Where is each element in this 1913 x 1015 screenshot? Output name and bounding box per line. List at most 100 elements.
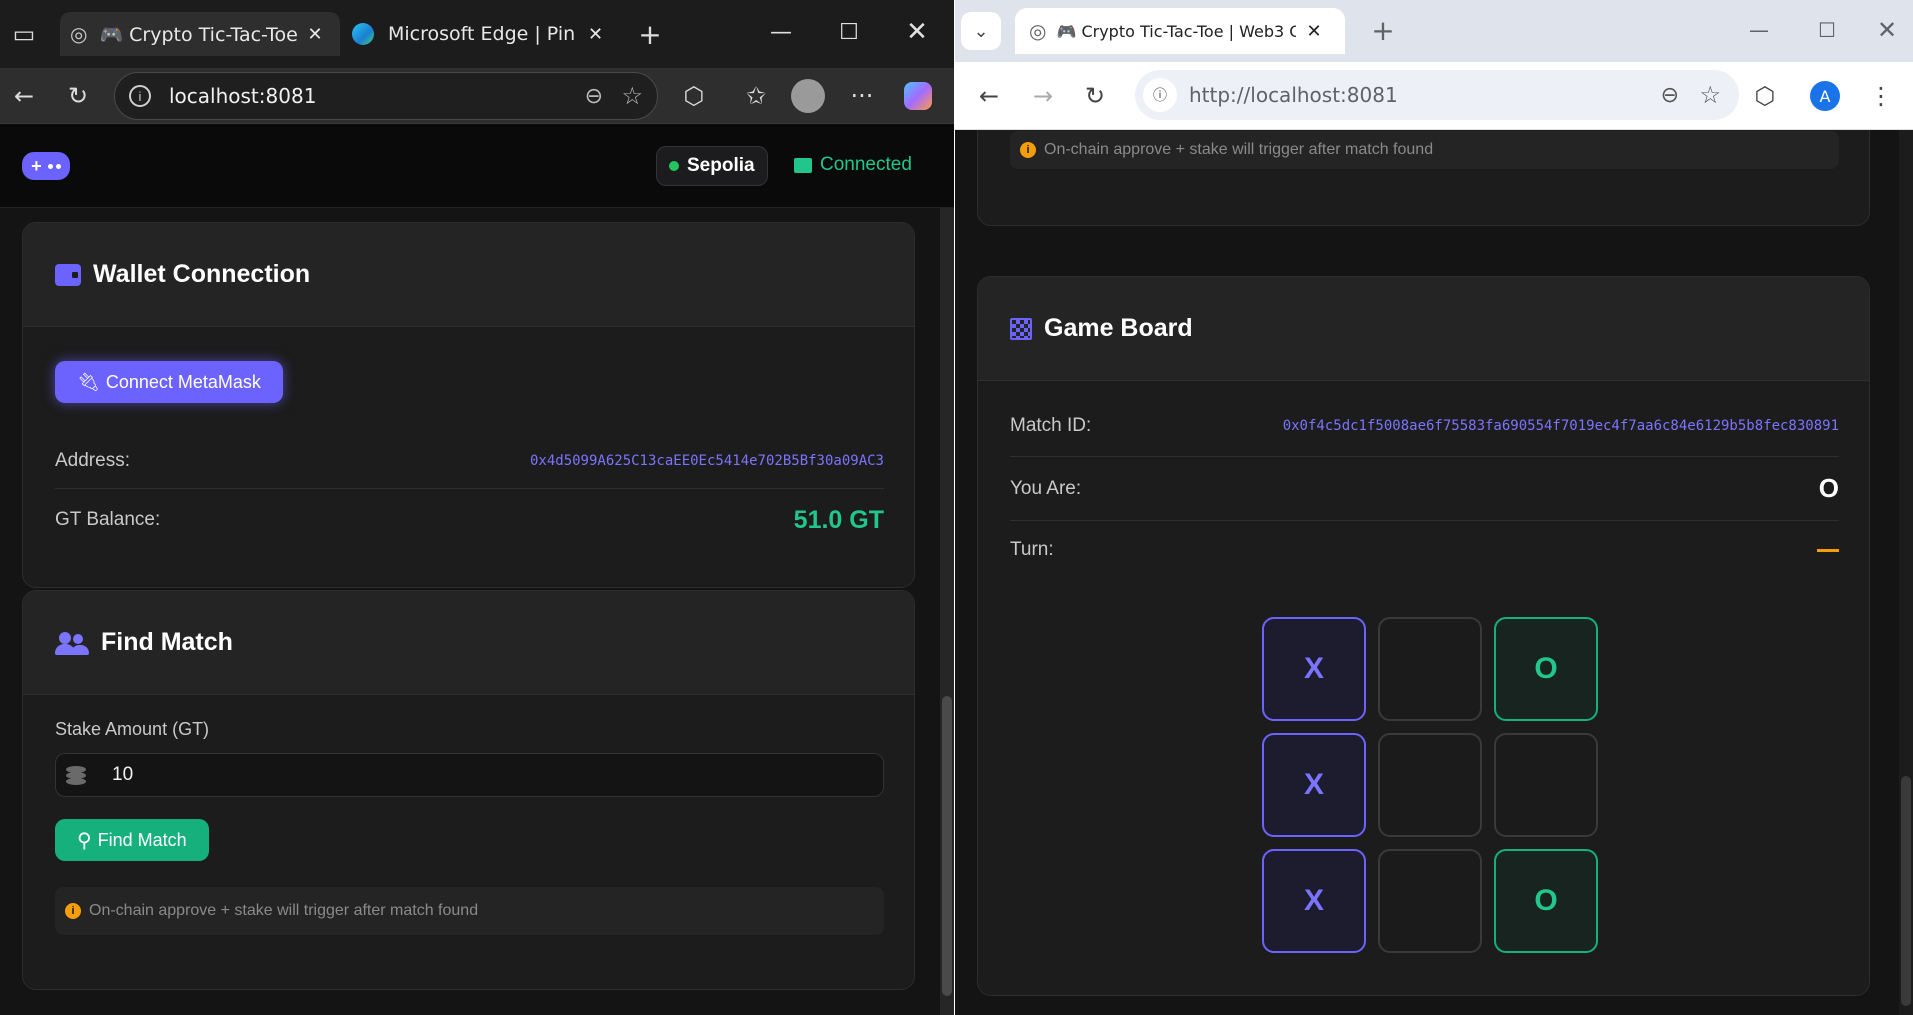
back-icon[interactable]: ←: [6, 78, 42, 114]
board-cell[interactable]: X: [1262, 617, 1366, 721]
maximize-icon[interactable]: ☐: [1809, 12, 1845, 48]
wallet-card-header: Wallet Connection: [23, 223, 914, 327]
globe-icon: ◎: [70, 22, 88, 46]
edge-tab-pin-site[interactable]: Microsoft Edge | Pin Site ✕: [344, 12, 614, 56]
coins-icon: [66, 764, 88, 786]
forward-icon[interactable]: →: [1025, 78, 1061, 114]
chrome-url-text: http://localhost:8081: [1189, 83, 1398, 107]
match-id-row: Match ID: 0x0f4c5dc1f5008ae6f75583fa6905…: [1010, 395, 1839, 457]
edge-scrollbar-thumb[interactable]: [942, 696, 952, 996]
stake-amount-input[interactable]: 10: [55, 753, 884, 797]
stake-notice-text: On-chain approve + stake will trigger af…: [1044, 141, 1434, 158]
board-cell[interactable]: O: [1494, 849, 1598, 953]
wallet-card: Wallet Connection 🔌︎ Connect MetaMask Ad…: [22, 222, 915, 588]
bookmark-star-icon[interactable]: ☆: [1699, 81, 1721, 110]
find-match-card-header: Find Match: [23, 591, 914, 695]
turn-label: Turn:: [1010, 539, 1054, 560]
connection-status-text: Connected: [820, 154, 912, 175]
zoom-icon[interactable]: ⊖: [585, 83, 603, 109]
close-icon[interactable]: ✕: [588, 24, 603, 45]
find-match-button[interactable]: ⚲ Find Match: [55, 819, 209, 861]
match-id-label: Match ID:: [1010, 414, 1092, 436]
app-header: + Sepolia Connected: [0, 124, 954, 208]
close-icon[interactable]: ✕: [1306, 21, 1321, 42]
balance-row: GT Balance: 51.0 GT: [55, 489, 884, 551]
edge-tab-crypto[interactable]: ◎ 🎮 Crypto Tic-Tac-Toe | ✕: [60, 12, 340, 56]
wallet-card-title: Wallet Connection: [93, 260, 311, 288]
close-window-icon[interactable]: ✕: [1869, 12, 1905, 48]
new-tab-icon[interactable]: +: [632, 16, 668, 52]
tab-search-icon[interactable]: ⌄: [961, 12, 1001, 50]
site-info-icon[interactable]: ⓘ: [1143, 78, 1177, 112]
chrome-scrollbar-thumb[interactable]: [1901, 776, 1911, 1006]
chrome-tab-strip: ⌄ ◎ 🎮 Crypto Tic-Tac-Toe | Web3 Gaming ✕…: [955, 0, 1913, 62]
profile-initial: A: [1810, 81, 1840, 111]
chrome-page-content: i On-chain approve + stake will trigger …: [955, 130, 1913, 1015]
search-icon: ⚲: [77, 829, 92, 852]
board-cell[interactable]: [1378, 849, 1482, 953]
profile-avatar[interactable]: A: [1807, 78, 1843, 114]
minimize-icon[interactable]: —: [1741, 12, 1777, 48]
new-tab-icon[interactable]: +: [1365, 12, 1401, 48]
connect-metamask-button[interactable]: 🔌︎ Connect MetaMask: [55, 361, 283, 403]
board-grid-icon: [1010, 317, 1032, 340]
wallet-address-value: 0x4d5099A625C13caEE0Ec5414e702B5Bf30a09A…: [529, 452, 884, 469]
edge-page-content: + Sepolia Connected Wallet Connection 🔌︎…: [0, 124, 954, 1015]
refresh-icon[interactable]: ↻: [60, 78, 96, 114]
network-name: Sepolia: [687, 155, 755, 176]
gamepad-logo-icon: +: [22, 152, 70, 180]
reload-icon[interactable]: ↻: [1077, 78, 1113, 114]
edge-window: ▭ ◎ 🎮 Crypto Tic-Tac-Toe | ✕ Microsoft E…: [0, 0, 954, 1015]
connect-metamask-label: Connect MetaMask: [105, 371, 261, 392]
close-icon[interactable]: ✕: [307, 24, 322, 45]
chrome-address-bar[interactable]: ⓘ http://localhost:8081 ⊖ ☆: [1135, 70, 1739, 120]
board-cell[interactable]: [1494, 733, 1598, 837]
wallet-icon: [55, 263, 81, 286]
find-match-card: Find Match Stake Amount (GT) 10 ⚲ Find M…: [22, 590, 915, 990]
board-cell[interactable]: [1378, 617, 1482, 721]
address-row: Address: 0x4d5099A625C13caEE0Ec5414e702B…: [55, 433, 884, 489]
info-icon: i: [1020, 142, 1036, 158]
tab-actions-icon[interactable]: ▭: [6, 16, 42, 52]
favorite-star-icon[interactable]: ☆: [621, 82, 643, 111]
favorites-icon[interactable]: ✩: [738, 78, 774, 114]
board-cell[interactable]: X: [1262, 733, 1366, 837]
wallet-icon: [794, 157, 812, 173]
turn-pending-indicator: [1817, 548, 1839, 552]
match-id-value: 0x0f4c5dc1f5008ae6f75583fa690554f7019ec4…: [1282, 417, 1839, 434]
close-window-icon[interactable]: ✕: [892, 14, 942, 50]
back-icon[interactable]: ←: [971, 78, 1007, 114]
balance-label: GT Balance:: [55, 509, 161, 530]
more-icon[interactable]: ···: [844, 78, 880, 114]
board-cell[interactable]: [1378, 733, 1482, 837]
maximize-icon[interactable]: ☐: [824, 14, 874, 50]
chrome-tab-crypto[interactable]: ◎ 🎮 Crypto Tic-Tac-Toe | Web3 Gaming ✕: [1015, 8, 1345, 54]
board-cell[interactable]: X: [1262, 849, 1366, 953]
extensions-icon[interactable]: ⬡: [676, 78, 712, 114]
stake-amount-label: Stake Amount (GT): [55, 719, 210, 739]
copilot-icon[interactable]: [900, 78, 936, 114]
turn-row: Turn:: [1010, 521, 1839, 579]
stake-notice: i On-chain approve + stake will trigger …: [1010, 131, 1839, 169]
site-info-icon[interactable]: i: [129, 85, 151, 107]
edge-url-text: localhost:8081: [169, 84, 317, 108]
zoom-icon[interactable]: ⊖: [1661, 82, 1679, 108]
find-match-button-label: Find Match: [97, 829, 187, 850]
edge-address-bar[interactable]: i localhost:8081 ⊖ ☆: [114, 72, 658, 120]
profile-avatar[interactable]: [790, 78, 826, 114]
find-match-title: Find Match: [101, 628, 233, 656]
chrome-window: ⌄ ◎ 🎮 Crypto Tic-Tac-Toe | Web3 Gaming ✕…: [955, 0, 1913, 1015]
menu-icon[interactable]: ⋮: [1863, 78, 1899, 114]
stake-notice: i On-chain approve + stake will trigger …: [55, 887, 884, 935]
minimize-icon[interactable]: —: [756, 14, 806, 50]
address-label: Address:: [55, 449, 130, 471]
game-board-card: Game Board Match ID: 0x0f4c5dc1f5008ae6f…: [977, 276, 1870, 996]
network-badge: Sepolia: [656, 146, 768, 186]
edge-tab-strip: ▭ ◎ 🎮 Crypto Tic-Tac-Toe | ✕ Microsoft E…: [0, 0, 954, 68]
info-icon: i: [65, 903, 81, 919]
extensions-icon[interactable]: ⬡: [1747, 78, 1783, 114]
board-cell[interactable]: O: [1494, 617, 1598, 721]
you-are-label: You Are:: [1010, 477, 1082, 499]
stake-notice-text: On-chain approve + stake will trigger af…: [89, 902, 479, 919]
you-are-value: O: [1818, 473, 1839, 503]
